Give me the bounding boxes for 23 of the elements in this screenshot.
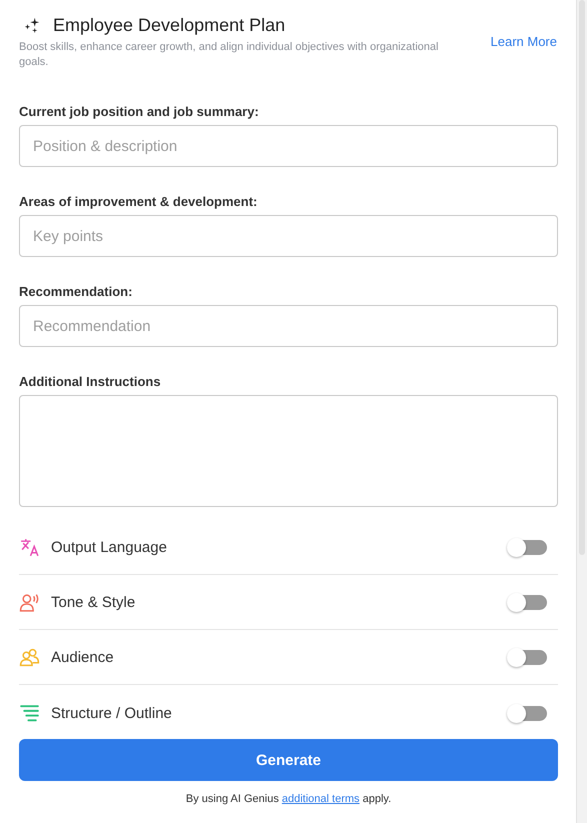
- input-field[interactable]: Position & description: [19, 125, 558, 167]
- toggle-switch[interactable]: [509, 706, 547, 720]
- input-field[interactable]: Recommendation: [19, 305, 558, 347]
- option-label: Audience: [51, 648, 115, 666]
- text-area[interactable]: [19, 395, 558, 507]
- option-label: Output Language: [51, 538, 168, 556]
- field-label: Areas of improvement & development:: [19, 194, 258, 209]
- generate-button[interactable]: Generate: [19, 739, 558, 781]
- toggle-switch[interactable]: [509, 540, 547, 554]
- page-description: Boost skills, enhance career growth, and align individual objectives with organizational goals.: [19, 40, 440, 70]
- toggle-switch[interactable]: [509, 650, 547, 664]
- option-label: Tone & Style: [51, 594, 136, 610]
- terms-link[interactable]: additional terms: [282, 793, 360, 805]
- page-title: Employee Development Plan: [53, 14, 286, 36]
- field-label: Current job position and job summary:: [19, 104, 260, 119]
- toggle-switch[interactable]: [509, 594, 547, 610]
- field-label: Additional Instructions: [19, 374, 162, 389]
- option-label: Structure / Outline: [51, 704, 173, 722]
- input-field[interactable]: Key points: [19, 215, 558, 257]
- sparkle-icon: [23, 16, 41, 34]
- terms-note: By using AI Genius additional terms apply.: [186, 793, 392, 805]
- learn-more-link[interactable]: Learn More: [490, 34, 557, 49]
- field-label: Recommendation:: [19, 284, 134, 299]
